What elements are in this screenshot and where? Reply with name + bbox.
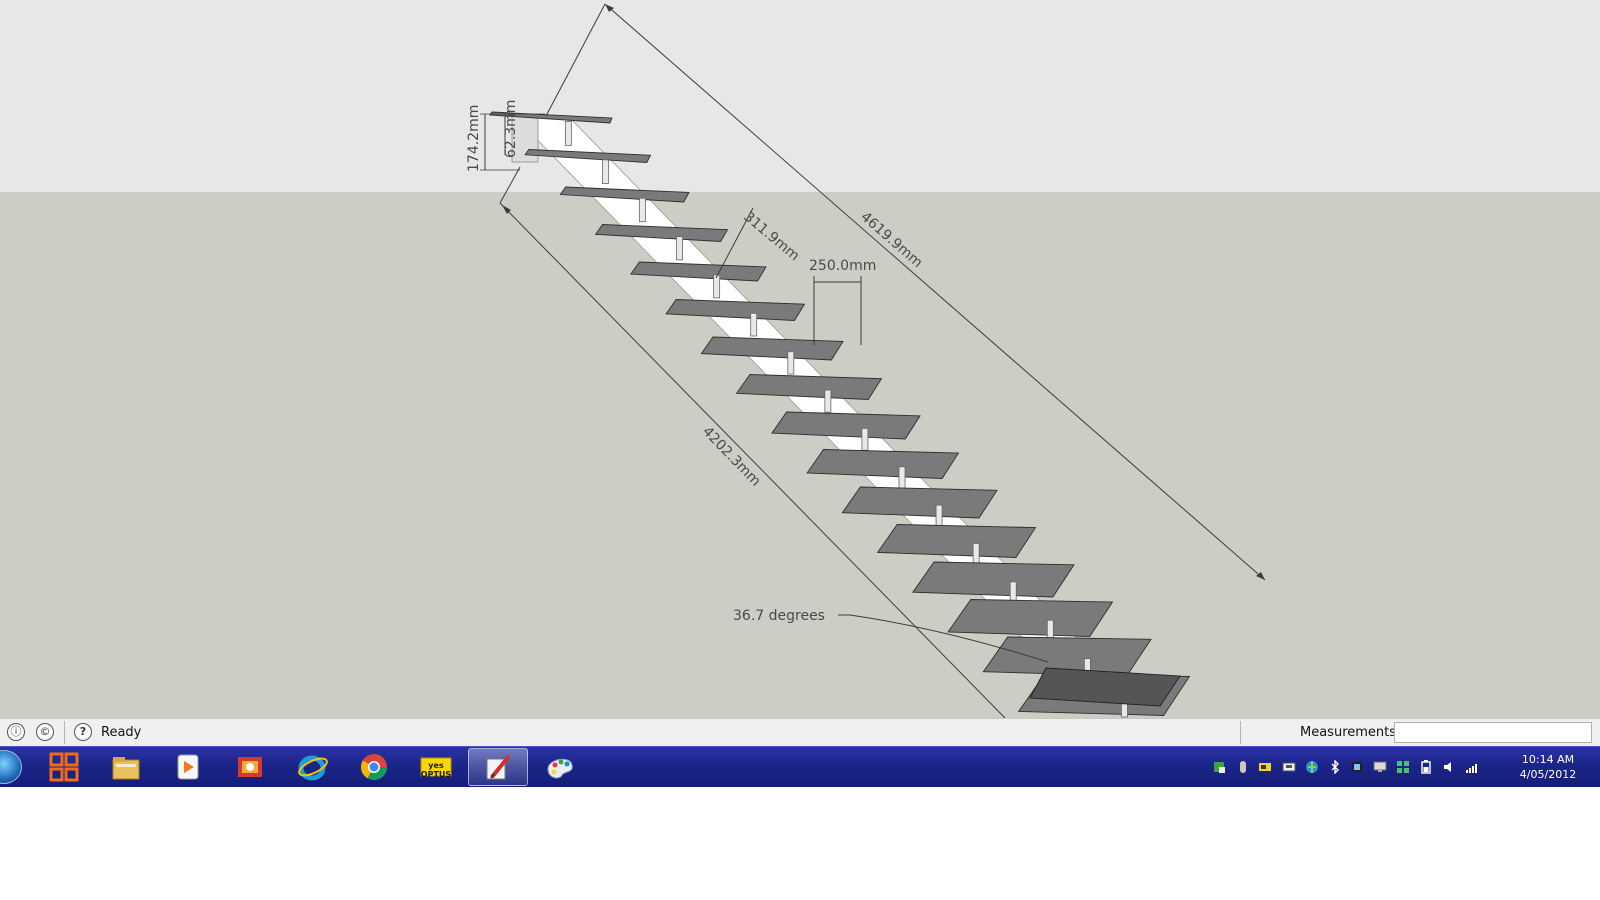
monitor-icon[interactable] (1373, 760, 1387, 774)
system-tray (1212, 747, 1502, 787)
stair-tread[interactable] (912, 561, 1075, 598)
file-explorer-icon[interactable] (96, 748, 156, 786)
stair-model-canvas[interactable]: 4619.9mm 4202.3mm 174.2mm 62.3mm 311.9mm… (0, 0, 1600, 718)
status-text: Ready (101, 725, 142, 740)
tread-bracket (861, 428, 869, 451)
credits-icon[interactable]: © (36, 723, 54, 741)
tread-bracket (972, 543, 980, 565)
bluetooth-icon[interactable] (1328, 760, 1342, 774)
going-label: 250.0mm (809, 258, 876, 274)
device-icon[interactable] (1350, 760, 1364, 774)
optus-label: yes OPTUS (420, 761, 452, 779)
status-bar: ⓘ © ? Ready Measurements (0, 718, 1600, 747)
tread-thickness-label: 62.3mm (503, 100, 519, 158)
windows-taskbar: yes OPTUS 10:14 AM 4/05/2012 (0, 746, 1600, 787)
flag-icon[interactable] (1212, 760, 1226, 774)
tread-bracket (602, 159, 609, 185)
tread-bracket (564, 121, 572, 146)
measurements-input[interactable] (1394, 722, 1592, 743)
internet-explorer-icon[interactable] (282, 748, 342, 786)
app-grid-icon[interactable] (1396, 760, 1410, 774)
help-icon[interactable]: ? (74, 723, 92, 741)
control-panel-icon[interactable] (220, 748, 280, 786)
paint-icon[interactable] (530, 748, 590, 786)
status-divider (64, 721, 65, 744)
tread-bracket (935, 504, 943, 527)
yes-optus-icon[interactable]: yes OPTUS (406, 748, 466, 786)
status-divider (1240, 721, 1241, 744)
sky (0, 0, 1600, 192)
tread-bracket (713, 274, 721, 299)
tread-bracket (787, 351, 795, 375)
ground-plane (0, 192, 1600, 718)
measurements-label: Measurements (1300, 725, 1397, 740)
tread-bracket (1009, 581, 1017, 604)
tread-bracket (676, 236, 683, 261)
geo-location-icon[interactable]: ⓘ (7, 723, 25, 741)
riser-height-label: 174.2mm (466, 105, 482, 172)
stair-tread[interactable] (806, 449, 960, 479)
system-clock[interactable]: 10:14 AM 4/05/2012 (1508, 752, 1588, 782)
sketchup-icon[interactable] (468, 748, 528, 786)
stair-tread[interactable] (876, 524, 1037, 558)
battery-icon[interactable] (1419, 760, 1433, 774)
media-player-icon[interactable] (158, 748, 218, 786)
usb-icon[interactable] (1236, 760, 1250, 774)
battery-meter-icon[interactable] (1258, 760, 1272, 774)
chrome-icon[interactable] (344, 748, 404, 786)
stair-tread[interactable] (841, 486, 998, 519)
stair-tread[interactable] (947, 599, 1114, 637)
signal-icon[interactable] (1465, 760, 1479, 774)
volume-icon[interactable] (1442, 760, 1456, 774)
windows-start-orb[interactable] (0, 750, 22, 784)
microsoft-office-icon[interactable] (34, 748, 94, 786)
tread-bracket (898, 466, 906, 489)
keyboard-icon[interactable] (1282, 760, 1296, 774)
clock-time: 10:14 AM (1521, 753, 1575, 766)
tread-bracket (824, 389, 832, 413)
clock-date: 4/05/2012 (1519, 768, 1577, 781)
angle-label: 36.7 degrees (733, 608, 825, 624)
network-globe-icon[interactable] (1305, 760, 1319, 774)
tread-bracket (750, 312, 758, 337)
sketchup-viewport[interactable]: 4619.9mm 4202.3mm 174.2mm 62.3mm 311.9mm… (0, 0, 1600, 718)
tread-bracket (639, 197, 646, 223)
